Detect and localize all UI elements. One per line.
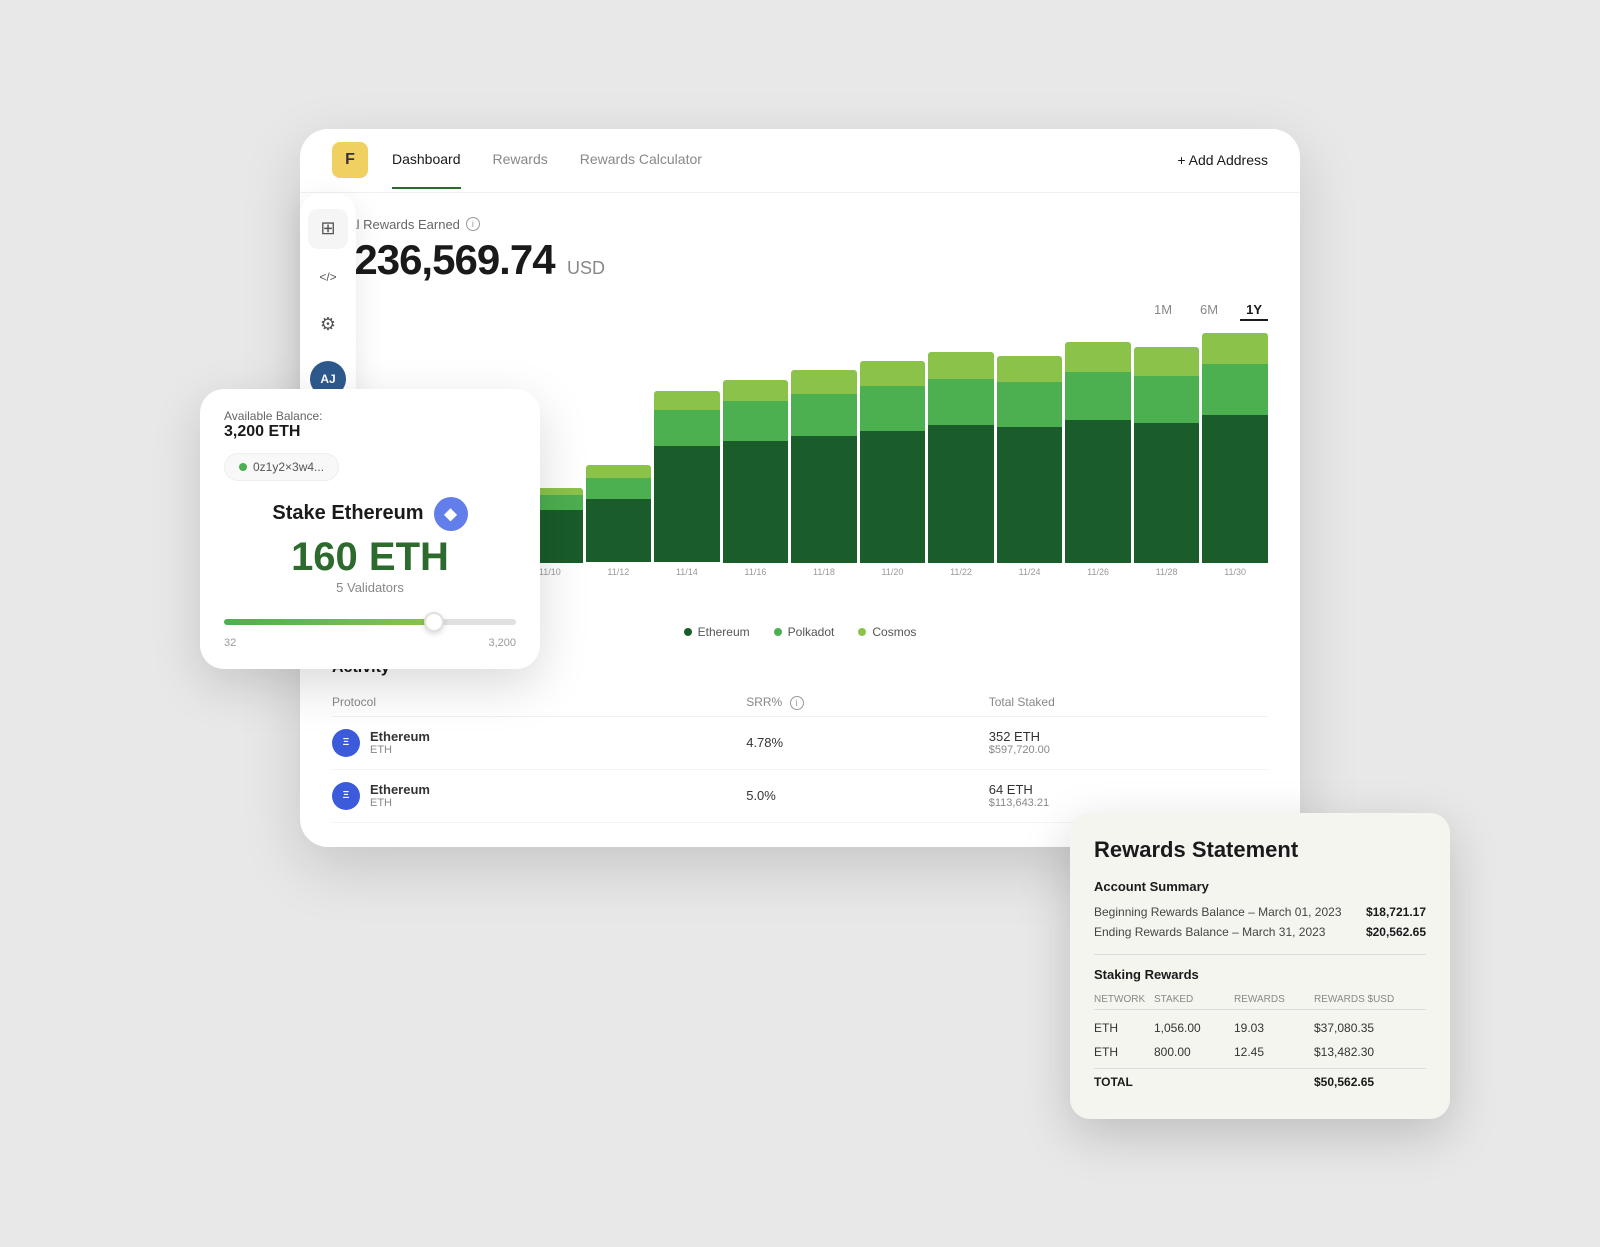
rs-beginning-balance: Beginning Rewards Balance – March 01, 20… [1094,902,1426,922]
top-nav: F Dashboard Rewards Rewards Calculator +… [300,129,1300,193]
total-rewards-amount: $236,569.74 USD [332,236,1268,284]
legend-cosmos: Cosmos [858,625,916,639]
activity-section: Activity Protocol SRR% i Total Staked [332,659,1268,823]
account-summary-title: Account Summary [1094,879,1426,894]
nav-tabs: Dashboard Rewards Rewards Calculator [392,131,1177,189]
legend-polkadot: Polkadot [774,625,835,639]
tab-rewards[interactable]: Rewards [493,131,548,189]
sidebar-icon-settings[interactable]: ⚙ [308,305,348,345]
activity-table: Protocol SRR% i Total Staked Ξ [332,689,1268,823]
timeframe-1m[interactable]: 1M [1148,300,1178,321]
stake-validators: 5 Validators [224,580,516,595]
bar-group [997,333,1063,563]
staking-rewards-title: Staking Rewards [1094,967,1426,982]
protocol-icon: Ξ [332,729,360,757]
staking-header: NETWORK STAKED REWARDS REWARDS $USD [1094,990,1426,1010]
tab-rewards-calculator[interactable]: Rewards Calculator [580,131,702,189]
staking-row: ETH 800.00 12.45 $13,482.30 [1094,1040,1426,1064]
rs-divider [1094,954,1426,955]
bar-group [1065,333,1131,563]
bar-group [860,333,926,563]
table-row: Ξ Ethereum ETH 4.78% 352 ETH $597,720.00 [332,716,1268,769]
col-total-staked: Total Staked [989,689,1268,717]
bar-group [654,333,720,563]
stake-eth-amount: 160 ETH [224,535,516,580]
bar-group [928,333,994,563]
bar-group [1134,333,1200,563]
stake-balance-value: 3,200 ETH [224,423,516,441]
bar-group [791,333,857,563]
stake-address-badge[interactable]: 0z1y2×3w4... [224,453,339,481]
col-srr: SRR% i [746,689,989,717]
add-address-button[interactable]: + Add Address [1177,152,1268,168]
bar-group [1202,333,1268,563]
legend-ethereum: Ethereum [684,625,750,639]
address-dot [239,463,247,471]
rs-ending-balance: Ending Rewards Balance – March 31, 2023 … [1094,922,1426,942]
bar-group [723,333,789,563]
col-protocol: Protocol [332,689,746,717]
stake-title: Stake Ethereum ◆ [224,497,516,531]
rewards-statement-title: Rewards Statement [1094,837,1426,863]
sidebar-icon-code[interactable]: </> [308,257,348,297]
stake-card: Available Balance: 3,200 ETH 0z1y2×3w4..… [200,389,540,669]
sidebar: ⊞ </> ⚙ AJ [300,193,356,413]
eth-icon: ◆ [434,497,468,531]
srr-info-icon: i [790,696,804,710]
info-icon: i [466,217,480,231]
bar-group [586,333,652,563]
staking-row: ETH 1,056.00 19.03 $37,080.35 [1094,1016,1426,1040]
timeframe-1y[interactable]: 1Y [1240,300,1268,321]
sidebar-icon-stack[interactable]: ⊞ [308,209,348,249]
total-rewards-label: Total Rewards Earned i [332,217,1268,232]
timeframe-6m[interactable]: 6M [1194,300,1224,321]
slider-range: 32 3,200 [224,637,516,649]
tab-dashboard[interactable]: Dashboard [392,131,461,189]
chart-timeframe: 1M 6M 1Y [332,300,1268,321]
logo-badge: F [332,142,368,178]
protocol-icon: Ξ [332,782,360,810]
rewards-statement-card: Rewards Statement Account Summary Beginn… [1070,813,1450,1119]
eth-slider[interactable] [224,611,516,633]
stake-balance-label: Available Balance: [224,409,516,423]
rs-total-row: TOTAL $50,562.65 [1094,1068,1426,1095]
